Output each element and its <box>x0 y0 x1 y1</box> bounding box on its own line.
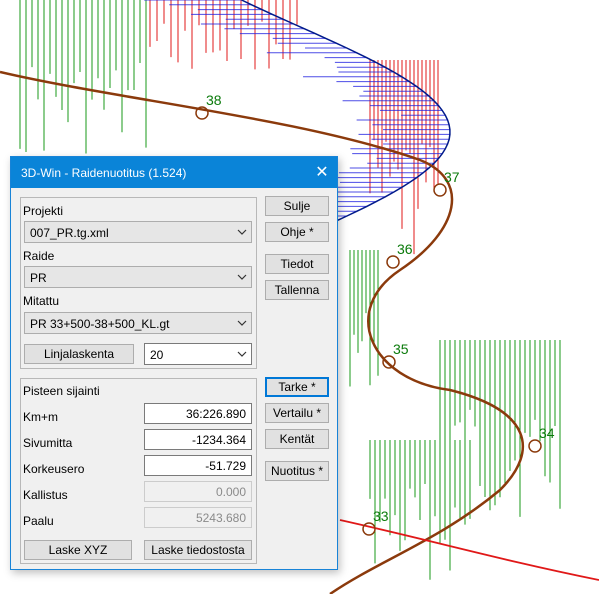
station-marker <box>362 522 376 536</box>
station-label: 33 <box>373 508 389 524</box>
station-label: 37 <box>444 169 460 185</box>
raide-value: PR <box>30 271 47 285</box>
mitattu-label: Mitattu <box>23 294 60 308</box>
raidenuotitus-dialog: 3D-Win - Raidenuotitus (1.524) ✕ Projekt… <box>10 156 338 570</box>
linjalaskenta-value: 20 <box>150 348 164 362</box>
dialog-title: 3D-Win - Raidenuotitus (1.524) <box>21 166 187 180</box>
projekti-select[interactable]: 007_PR.tg.xml <box>24 221 252 243</box>
station-label: 34 <box>539 425 555 441</box>
station-label: 35 <box>393 341 409 357</box>
linjalaskenta-select[interactable]: 20 <box>144 343 252 365</box>
station-label: 36 <box>397 241 413 257</box>
laske-tiedostosta-button[interactable]: Laske tiedostosta <box>144 540 252 560</box>
chevron-down-icon <box>237 351 247 357</box>
station-marker <box>433 183 447 197</box>
ohje-button[interactable]: Ohje * <box>265 222 329 242</box>
projekti-label: Projekti <box>23 204 64 218</box>
raide-label: Raide <box>23 249 55 263</box>
station-label: 38 <box>206 92 222 108</box>
laske-xyz-button[interactable]: Laske XYZ <box>24 540 132 560</box>
chevron-down-icon <box>237 229 247 235</box>
sivumitta-label: Sivumitta <box>23 436 73 450</box>
mitattu-select[interactable]: PR 33+500-38+500_KL.gt <box>24 312 252 334</box>
raide-select[interactable]: PR <box>24 266 252 288</box>
position-group-title: Pisteen sijainti <box>23 384 100 398</box>
station-marker <box>528 439 542 453</box>
tarke-button[interactable]: Tarke * <box>265 377 329 397</box>
red-reference-curve <box>339 519 599 581</box>
projekti-value: 007_PR.tg.xml <box>30 226 109 240</box>
tiedot-button[interactable]: Tiedot <box>265 254 329 274</box>
paalu-label: Paalu <box>23 514 54 528</box>
kentat-button[interactable]: Kentät <box>265 429 329 449</box>
nuotitus-button[interactable]: Nuotitus * <box>265 461 329 481</box>
station-marker <box>382 355 396 369</box>
sivumitta-field[interactable]: -1234.364 <box>144 429 252 450</box>
mitattu-value: PR 33+500-38+500_KL.gt <box>30 317 170 331</box>
chevron-down-icon <box>237 320 247 326</box>
korkeusero-field[interactable]: -51.729 <box>144 455 252 476</box>
paalu-field: 5243.680 <box>144 507 252 528</box>
kallistus-label: Kallistus <box>23 488 68 502</box>
kallistus-field: 0.000 <box>144 481 252 502</box>
kmm-field[interactable]: 36:226.890 <box>144 403 252 424</box>
tallenna-button[interactable]: Tallenna <box>265 280 329 300</box>
linjalaskenta-button[interactable]: Linjalaskenta <box>24 344 134 364</box>
sulje-button[interactable]: Sulje <box>265 196 329 216</box>
close-icon[interactable]: ✕ <box>307 157 337 188</box>
chevron-down-icon <box>237 274 247 280</box>
kmm-label: Km+m <box>23 410 59 424</box>
korkeusero-label: Korkeusero <box>23 462 85 476</box>
station-marker <box>386 255 400 269</box>
title-bar[interactable]: 3D-Win - Raidenuotitus (1.524) ✕ <box>11 157 337 188</box>
vertailu-button[interactable]: Vertailu * <box>265 403 329 423</box>
